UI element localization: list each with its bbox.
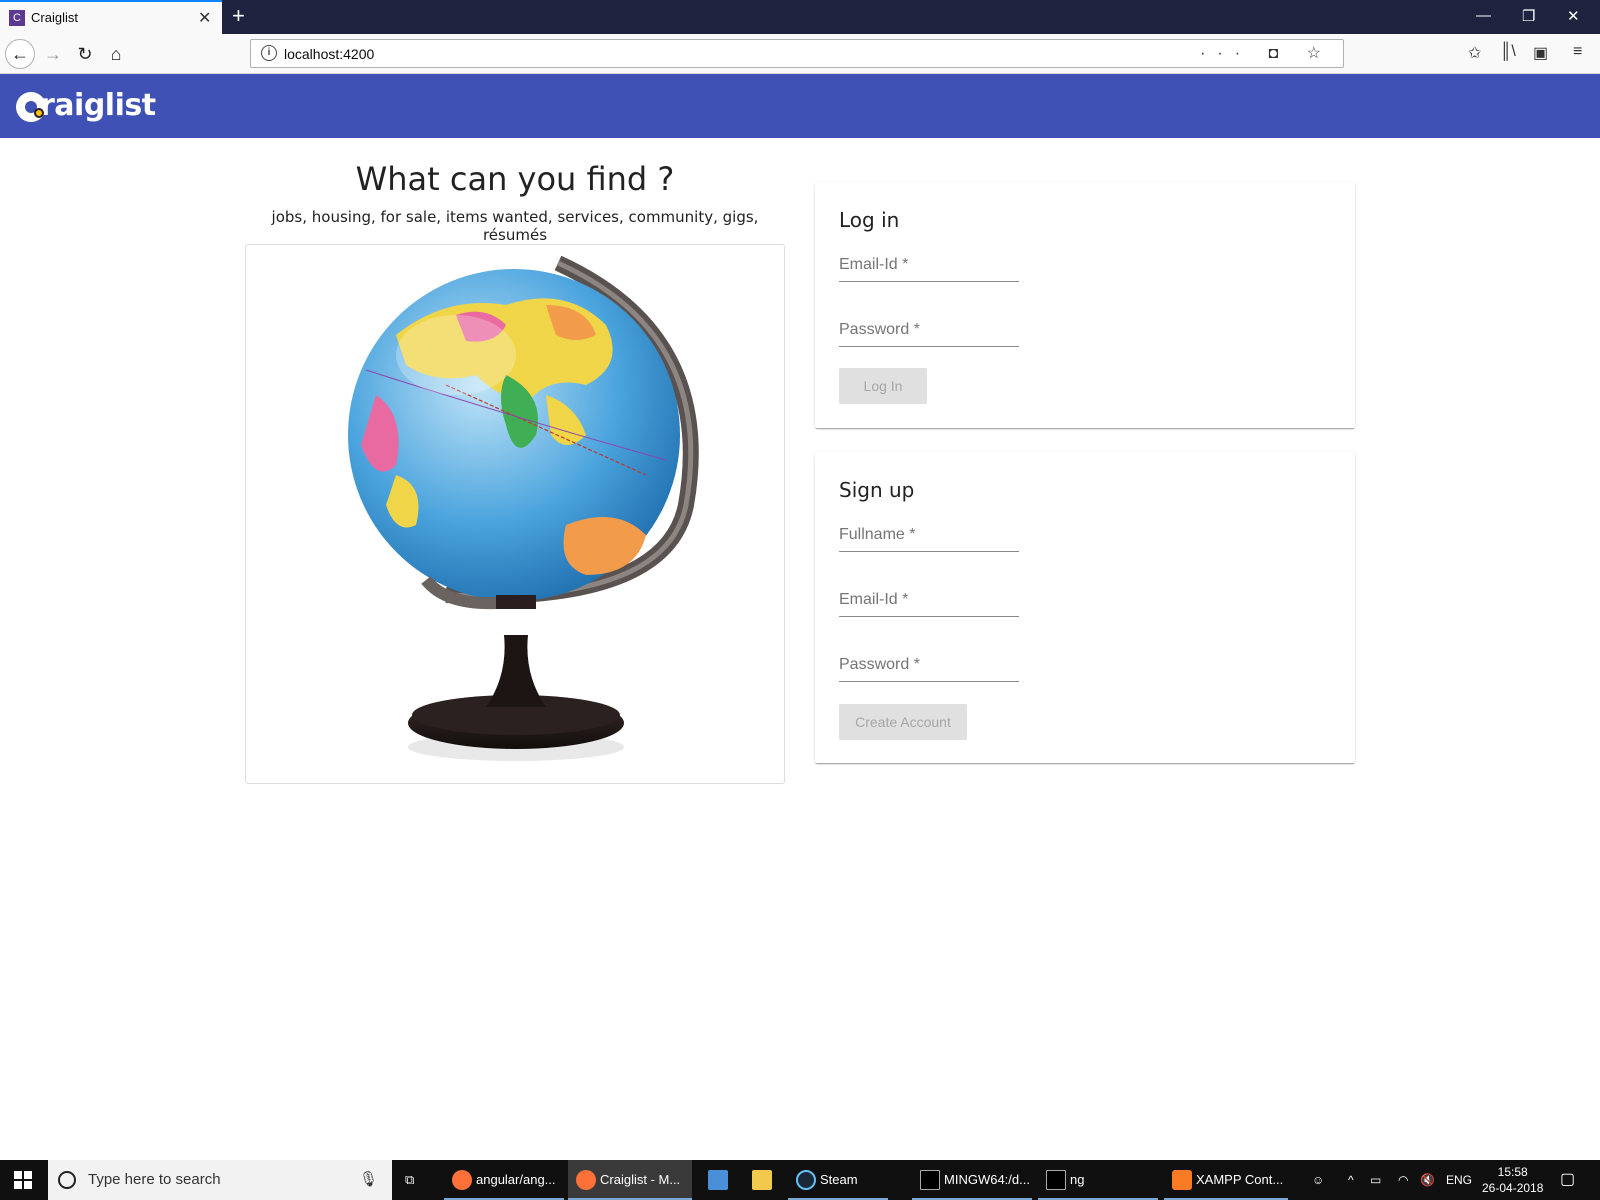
signup-title: Sign up	[839, 478, 915, 502]
library-icon[interactable]: ║\	[1500, 43, 1516, 61]
url-text[interactable]: localhost:4200	[284, 46, 374, 62]
clock-time: 15:58	[1497, 1165, 1528, 1179]
taskbar-item-label: XAMPP Cont...	[1196, 1172, 1284, 1187]
pocket-icon[interactable]: ◘	[1269, 45, 1291, 62]
login-button[interactable]: Log In	[839, 368, 927, 404]
firefox-icon	[452, 1170, 472, 1190]
window-close-button[interactable]: ✕	[1567, 7, 1580, 25]
signup-password-field[interactable]: Password *	[839, 652, 1019, 682]
globe-image	[348, 255, 699, 761]
bookmark-star-icon[interactable]: ☆	[1307, 45, 1333, 62]
create-account-button[interactable]: Create Account	[839, 704, 967, 740]
more-actions-icon[interactable]: ···	[1200, 45, 1252, 62]
forward-arrow-icon[interactable]: →	[38, 39, 68, 69]
tab-title: Craiglist	[31, 10, 78, 25]
hero-subtitle: jobs, housing, for sale, items wanted, s…	[271, 208, 759, 244]
folder-icon	[752, 1170, 772, 1190]
taskbar-item-label: angular/ang...	[476, 1172, 556, 1187]
wifi-icon[interactable]: ◠	[1398, 1160, 1408, 1200]
tab-close-icon[interactable]: ✕	[198, 8, 211, 28]
signup-email-label: Email-Id *	[839, 591, 909, 608]
site-info-icon[interactable]: i	[261, 45, 277, 61]
taskbar-item-ng[interactable]: ng	[1038, 1160, 1158, 1200]
signup-card: Sign up Fullname * Email-Id * Password *…	[815, 452, 1355, 763]
login-password-field[interactable]: Password *	[839, 317, 1019, 347]
url-bar[interactable]: i localhost:4200 ··· ◘ ☆	[250, 39, 1344, 68]
taskbar-search-placeholder[interactable]: Type here to search	[88, 1171, 221, 1188]
browser-navbar: ← → ↻ ⌂ i localhost:4200 ··· ◘ ☆ ✩ ║\ ▣ …	[0, 34, 1600, 74]
taskbar-item-xampp[interactable]: XAMPP Cont...	[1164, 1160, 1288, 1200]
steam-icon	[796, 1170, 816, 1190]
signup-email-field[interactable]: Email-Id *	[839, 587, 1019, 617]
home-icon[interactable]: ⌂	[101, 39, 131, 69]
minimize-button[interactable]: —	[1476, 7, 1491, 24]
signup-fullname-label: Fullname *	[839, 526, 916, 543]
laptop-icon	[708, 1170, 728, 1190]
microphone-icon[interactable]: 🎙	[359, 1170, 378, 1188]
volume-muted-icon[interactable]: 🔇	[1420, 1160, 1435, 1200]
brand-name: raiglist	[40, 88, 156, 123]
taskbar-item-mingw[interactable]: MINGW64:/d...	[912, 1160, 1032, 1200]
login-password-label: Password *	[839, 321, 920, 338]
windows-start-icon[interactable]	[14, 1171, 32, 1189]
language-indicator[interactable]: ENG	[1446, 1160, 1472, 1200]
terminal-icon	[1046, 1170, 1066, 1190]
app-header: raiglist	[0, 74, 1600, 138]
reload-icon[interactable]: ↻	[70, 39, 100, 69]
page-actions[interactable]: ··· ◘ ☆	[1200, 43, 1333, 63]
taskbar-item-label: MINGW64:/d...	[944, 1172, 1030, 1187]
taskbar-search[interactable]: Type here to search 🎙	[48, 1160, 392, 1200]
globe-image-card	[245, 244, 785, 784]
browser-tab[interactable]: C Craiglist ✕	[0, 0, 222, 34]
hero-title: What can you find ?	[355, 160, 675, 198]
hero-section: What can you find ? jobs, housing, for s…	[245, 158, 785, 784]
site-favicon-icon: C	[9, 10, 25, 26]
taskbar-item-angular[interactable]: angular/ang...	[444, 1160, 564, 1200]
login-card: Log in Email-Id * Password * Log In	[815, 182, 1355, 428]
cortana-icon	[58, 1171, 76, 1189]
taskbar-item-steam[interactable]: Steam	[788, 1160, 888, 1200]
browser-tab-strip: C Craiglist ✕ + — ❐ ✕	[0, 0, 1600, 34]
taskbar-clock[interactable]: 15:58 26-04-2018	[1482, 1164, 1543, 1196]
signup-password-label: Password *	[839, 656, 920, 673]
notifications-icon[interactable]: ▢	[1560, 1160, 1575, 1200]
taskbar-item-label: ng	[1070, 1172, 1085, 1187]
taskbar-item-label: Steam	[820, 1172, 858, 1187]
login-email-field[interactable]: Email-Id *	[839, 252, 1019, 282]
new-tab-button[interactable]: +	[232, 3, 245, 29]
windows-taskbar: Type here to search 🎙 ⧉ angular/ang... C…	[0, 1160, 1600, 1200]
taskbar-item-laptop[interactable]	[700, 1160, 736, 1200]
battery-icon[interactable]: ▭	[1370, 1160, 1381, 1200]
login-title: Log in	[839, 208, 900, 232]
taskbar-item-explorer[interactable]	[744, 1160, 780, 1200]
signup-fullname-field[interactable]: Fullname *	[839, 522, 1019, 552]
menu-icon[interactable]: ≡	[1573, 43, 1582, 61]
logo-dot-icon	[34, 108, 44, 118]
login-email-label: Email-Id *	[839, 256, 909, 273]
sidebar-icon[interactable]: ▣	[1533, 43, 1548, 63]
terminal-icon	[920, 1170, 940, 1190]
back-arrow-icon[interactable]: ←	[5, 39, 35, 69]
tray-chevron-icon[interactable]: ^	[1348, 1160, 1354, 1200]
bookmarks-icon[interactable]: ✩	[1468, 43, 1481, 63]
taskbar-item-craiglist[interactable]: Craiglist - M...	[568, 1160, 692, 1200]
xampp-icon	[1172, 1170, 1192, 1190]
firefox-icon	[576, 1170, 596, 1190]
taskbar-item-label: Craiglist - M...	[600, 1172, 681, 1187]
task-view-icon[interactable]: ⧉	[405, 1160, 425, 1200]
maximize-button[interactable]: ❐	[1522, 7, 1535, 25]
people-icon[interactable]: ☺	[1312, 1160, 1324, 1200]
clock-date: 26-04-2018	[1482, 1181, 1544, 1195]
